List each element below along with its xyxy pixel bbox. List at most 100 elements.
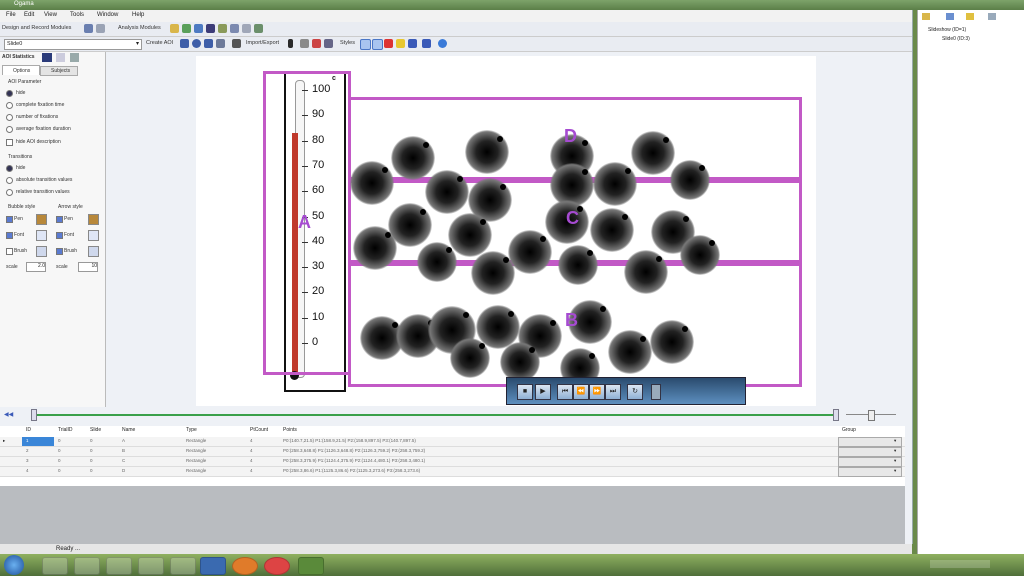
style-select-icon[interactable] [360, 39, 371, 50]
app-task-icon[interactable] [138, 557, 164, 575]
arrow-font-swatch[interactable] [88, 230, 99, 241]
properties-icon[interactable] [988, 13, 996, 20]
media-task-icon[interactable] [74, 557, 100, 575]
menu-tools[interactable]: Tools [70, 12, 84, 18]
statistics-icon[interactable] [42, 53, 52, 62]
bubble-scale-input[interactable]: 2.0 [26, 262, 46, 272]
stop-icon[interactable]: ■ [517, 384, 533, 400]
delete-aoi-icon[interactable] [300, 39, 309, 48]
timeline-track[interactable] [32, 414, 836, 416]
arrow-font-checkbox[interactable] [56, 232, 63, 239]
col-header-slide[interactable]: Slide [90, 427, 101, 433]
menu-window[interactable]: Window [97, 12, 118, 18]
record-module-icon[interactable] [84, 24, 93, 33]
utility-task-icon[interactable] [298, 557, 324, 575]
table-row[interactable]: ▸ 1 0 0 A Rectangle 4 P0:(140.7,21.5) P1… [0, 437, 905, 447]
lock-icon[interactable] [966, 13, 974, 20]
polygon-aoi-icon[interactable] [204, 39, 213, 48]
paint-task-icon[interactable] [106, 557, 132, 575]
loop-icon[interactable]: ↻ [627, 384, 643, 400]
tray-icons[interactable] [930, 560, 990, 568]
table-row[interactable]: 4 0 0 D Rectangle 4 P0:(258.3,86.6) P1:(… [0, 467, 905, 477]
speed-slider[interactable] [651, 384, 661, 400]
aoi-param-radio-average[interactable] [6, 126, 13, 133]
bubble-pen-checkbox[interactable] [6, 216, 13, 223]
aoi-module-icon[interactable] [194, 24, 203, 33]
ogama-task-icon[interactable] [170, 557, 196, 575]
bubble-pen-swatch[interactable] [36, 214, 47, 225]
col-header-id[interactable]: ID [26, 427, 31, 433]
timeline-start-handle[interactable] [31, 409, 37, 421]
menu-file[interactable]: File [6, 12, 16, 18]
col-header-points[interactable]: Points [283, 427, 297, 433]
grid-aoi-icon[interactable] [216, 39, 225, 48]
menu-edit[interactable]: Edit [24, 12, 34, 18]
tree-child[interactable]: Slide0 (ID:3) [942, 36, 970, 42]
bubble-font-swatch[interactable] [36, 230, 47, 241]
window-task-icon[interactable] [200, 557, 226, 575]
tree-root[interactable]: Slideshow (ID=1) [928, 27, 966, 33]
arrow-pen-checkbox[interactable] [56, 216, 63, 223]
col-header-group[interactable]: Group [842, 427, 856, 433]
table-icon[interactable] [70, 53, 79, 62]
col-header-name[interactable]: Name [122, 427, 135, 433]
group-select[interactable] [838, 457, 902, 467]
export-icon[interactable] [56, 53, 65, 62]
bubble-font-checkbox[interactable] [6, 232, 13, 239]
arrow-brush-checkbox[interactable] [56, 248, 63, 255]
filter-icon[interactable] [232, 39, 241, 48]
col-header-trialid[interactable]: TrialID [58, 427, 73, 433]
design-module-icon[interactable] [96, 24, 105, 33]
skip-start-icon[interactable]: ⏮ [557, 384, 573, 400]
chrome-icon[interactable] [264, 557, 290, 575]
table-row[interactable]: 2 0 0 B Rectangle 4 P0:(258.3,648.8) P1:… [0, 447, 905, 457]
tab-subjects[interactable]: Subjects [40, 66, 78, 76]
transition-radio-hide[interactable] [6, 165, 13, 172]
explorer-task-icon[interactable] [42, 557, 68, 575]
aoi-param-radio-hide[interactable] [6, 90, 13, 97]
replay-module-icon[interactable] [218, 24, 227, 33]
arrow-pen-swatch[interactable] [88, 214, 99, 225]
slide-select[interactable]: Slide0 ▾ [4, 39, 142, 50]
zoom-thumb[interactable] [868, 410, 875, 421]
aoi-param-radio-complete[interactable] [6, 102, 13, 109]
firefox-icon[interactable] [232, 557, 258, 575]
saliency-module-icon[interactable] [254, 24, 263, 33]
pen-icon[interactable] [288, 39, 293, 48]
database-module-icon[interactable] [242, 24, 251, 33]
statistics-module-icon[interactable] [206, 24, 215, 33]
ellipse-aoi-icon[interactable] [192, 39, 201, 48]
play-icon[interactable]: ▶ [535, 384, 551, 400]
save-icon[interactable] [324, 39, 333, 48]
add-slide-icon[interactable] [946, 13, 954, 20]
bubble-brush-swatch[interactable] [36, 246, 47, 257]
timeline-back-icon[interactable]: ◀◀ [4, 411, 13, 418]
col-header-ptcount[interactable]: PtCount [250, 427, 268, 433]
fast-forward-icon[interactable]: ⏩ [589, 384, 605, 400]
arrow-scale-input[interactable]: 10 [78, 262, 98, 272]
group-select[interactable] [838, 447, 902, 457]
hide-aoi-description-checkbox[interactable] [6, 139, 13, 146]
timeline-end-handle[interactable] [833, 409, 839, 421]
menu-view[interactable]: View [44, 12, 57, 18]
skip-end-icon[interactable]: ⏭ [605, 384, 621, 400]
folder-icon[interactable] [922, 13, 930, 20]
aoi-param-radio-number[interactable] [6, 114, 13, 121]
fixations-module-icon[interactable] [170, 24, 179, 33]
font-icon[interactable] [408, 39, 417, 48]
save-style-icon[interactable] [422, 39, 431, 48]
menu-help[interactable]: Help [132, 12, 144, 18]
attention-map-icon[interactable] [182, 24, 191, 33]
rectangle-aoi-icon[interactable] [180, 39, 189, 48]
group-select[interactable] [838, 437, 902, 447]
style-rect-icon[interactable] [372, 39, 383, 50]
help-icon[interactable] [438, 39, 447, 48]
import-export-label[interactable]: Import/Export [246, 40, 279, 46]
bubble-brush-checkbox[interactable] [6, 248, 13, 255]
col-header-type[interactable]: Type [186, 427, 197, 433]
table-row[interactable]: 3 0 0 C Rectangle 4 P0:(258.3,375.9) P1:… [0, 457, 905, 467]
arrow-brush-swatch[interactable] [88, 246, 99, 257]
group-select[interactable] [838, 467, 902, 477]
tab-options[interactable]: Options [2, 65, 40, 75]
scanpath-module-icon[interactable] [230, 24, 239, 33]
